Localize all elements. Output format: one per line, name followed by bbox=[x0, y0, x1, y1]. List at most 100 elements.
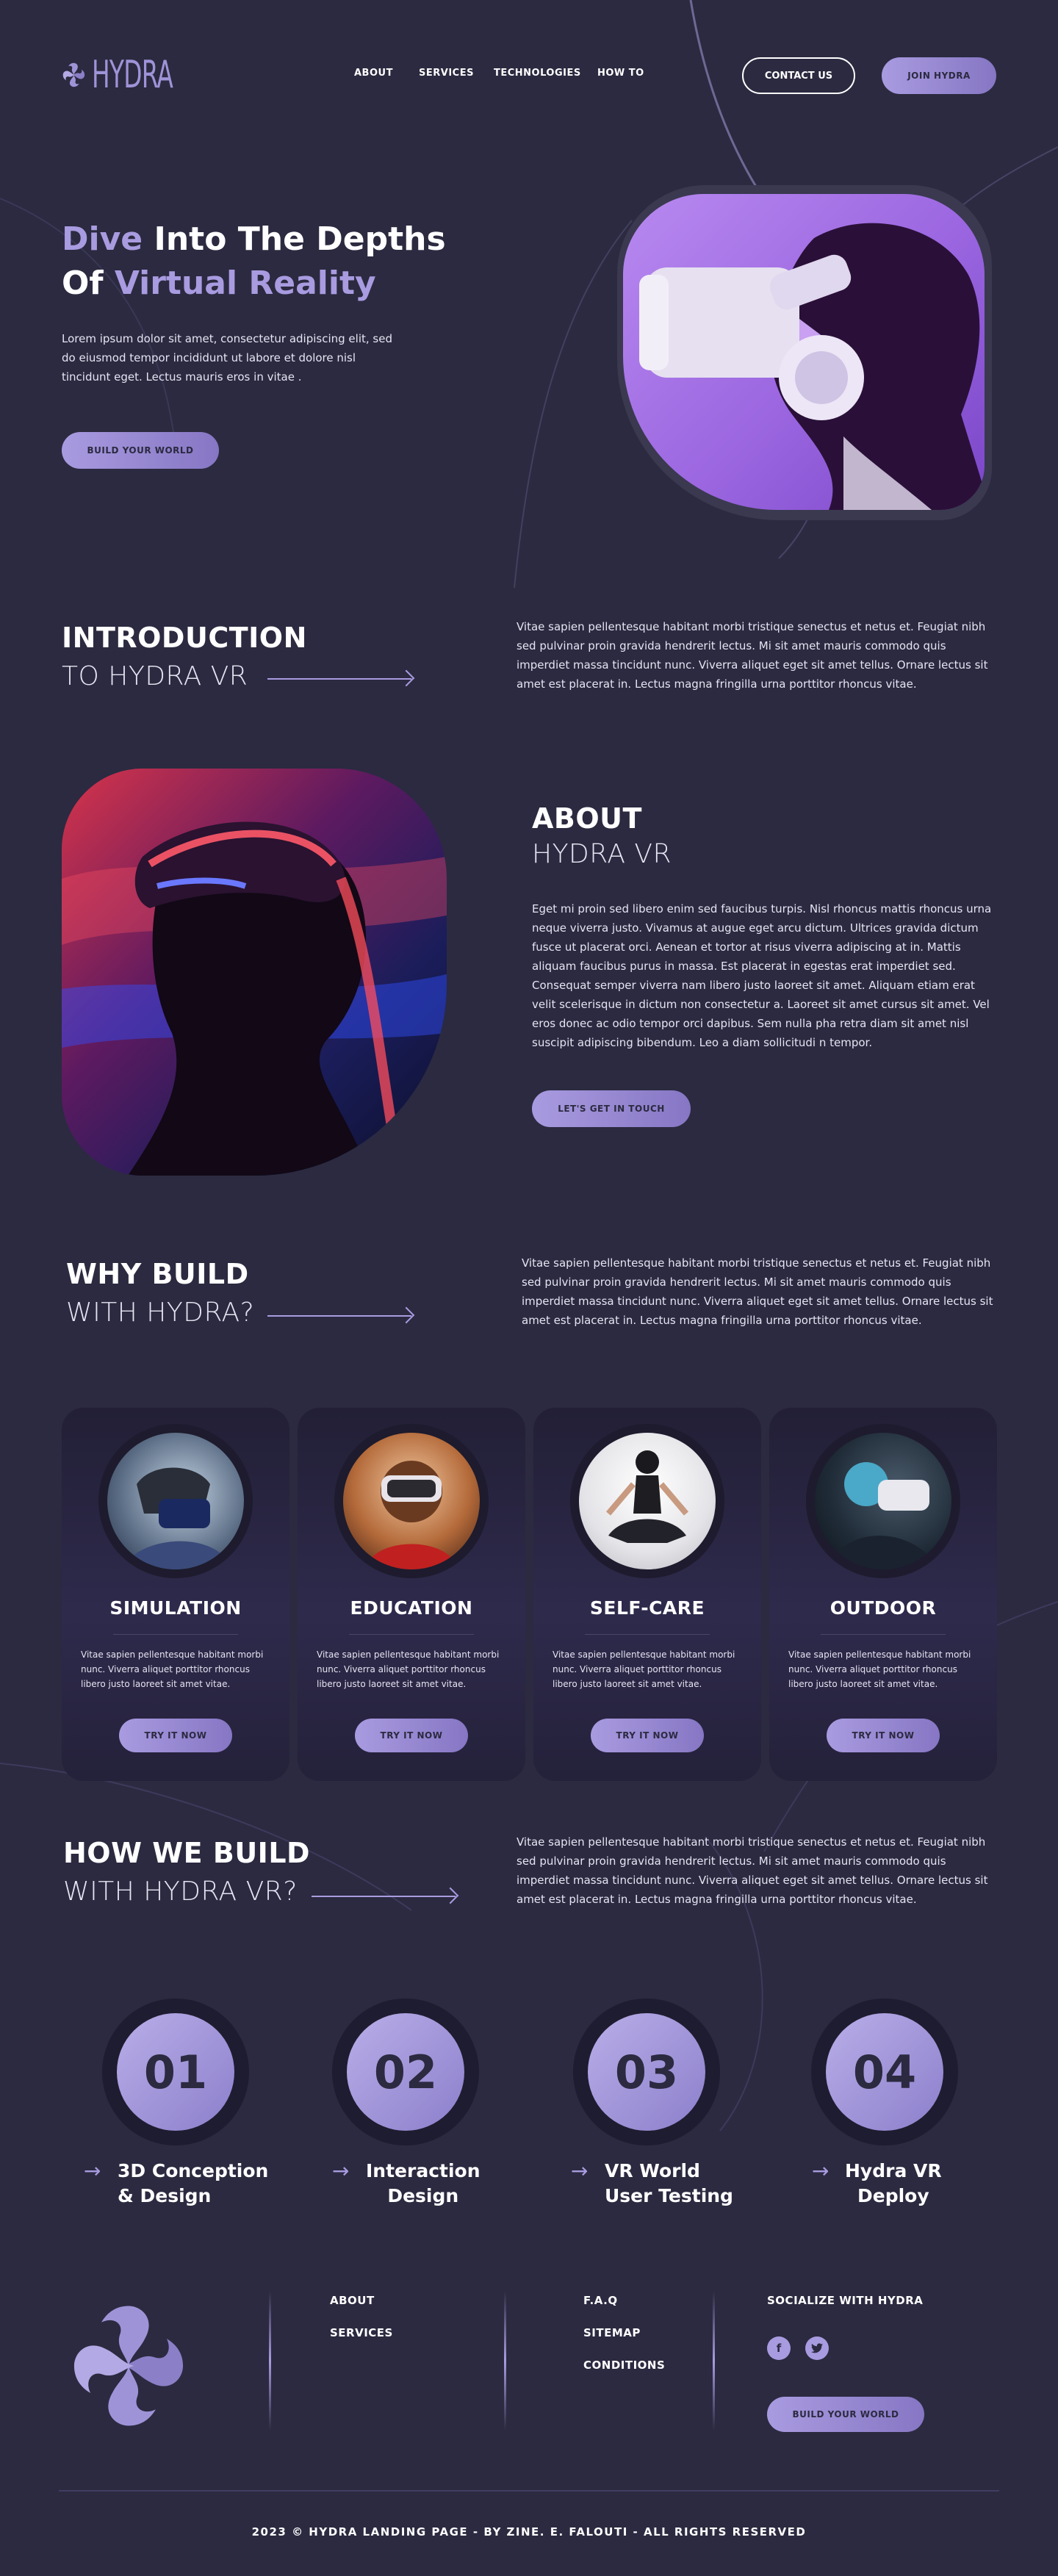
footer-link-about[interactable]: ABOUT bbox=[330, 2294, 375, 2307]
join-hydra-button[interactable]: JOIN HYDRA bbox=[882, 57, 996, 94]
copyright-text: 2023 © HYDRA LANDING PAGE - BY ZINE. E. … bbox=[251, 2525, 807, 2539]
step-4-line2: Deploy bbox=[857, 2185, 929, 2206]
logo-text: HYDRA bbox=[91, 53, 173, 97]
card-text: Vitae sapien pellentesque habitant morbi… bbox=[788, 1649, 971, 1689]
step-4-label: Hydra VR Deploy bbox=[845, 2159, 942, 2209]
step-2-label: Interaction Design bbox=[366, 2159, 481, 2209]
contact-us-button[interactable]: CONTACT US bbox=[742, 57, 855, 94]
intro-arrow-head-icon bbox=[397, 669, 415, 687]
about-title: ABOUT bbox=[532, 802, 642, 835]
intro-text: Vitae sapien pellentesque habitant morbi… bbox=[517, 620, 988, 691]
step-4-line1: Hydra VR bbox=[845, 2160, 942, 2181]
intro-arrow-icon bbox=[267, 678, 411, 680]
step-1-line2: & Design bbox=[118, 2185, 212, 2206]
why-text: Vitae sapien pellentesque habitant morbi… bbox=[522, 1256, 993, 1327]
card-outdoor-photo bbox=[815, 1433, 951, 1569]
step-1-arrow-icon: → bbox=[84, 2159, 101, 2183]
nav-link-how-to[interactable]: HOW TO bbox=[597, 68, 644, 79]
step-2-arrow-icon: → bbox=[332, 2159, 350, 2183]
card-divider bbox=[349, 1634, 474, 1635]
step-2-line1: Interaction bbox=[366, 2160, 481, 2181]
hero-build-world-button[interactable]: BUILD YOUR WORLD bbox=[62, 432, 219, 469]
card-text: Vitae sapien pellentesque habitant morbi… bbox=[81, 1649, 264, 1689]
footer-separator bbox=[269, 2291, 271, 2431]
step-1-number: 01 bbox=[117, 2013, 234, 2131]
how-subtitle: WITH HYDRA VR? bbox=[63, 1877, 298, 1907]
footer-build-world-button[interactable]: BUILD YOUR WORLD bbox=[767, 2397, 924, 2432]
step-3-label: VR World User Testing bbox=[605, 2159, 733, 2209]
step-4-number: 04 bbox=[826, 2013, 943, 2131]
outdoor-person-icon bbox=[830, 1462, 940, 1569]
card-simulation: SIMULATION Vitae sapien pellentesque hab… bbox=[62, 1408, 289, 1781]
card-title: EDUCATION bbox=[350, 1597, 473, 1619]
why-arrow-icon bbox=[267, 1315, 411, 1317]
card-title: OUTDOOR bbox=[830, 1597, 937, 1619]
intro-subtitle: TO HYDRA VR bbox=[62, 661, 248, 691]
hero-image bbox=[623, 194, 985, 510]
card-divider bbox=[821, 1634, 946, 1635]
card-title: SIMULATION bbox=[109, 1597, 242, 1619]
card-text: Vitae sapien pellentesque habitant morbi… bbox=[317, 1649, 500, 1689]
meditation-person-icon bbox=[605, 1450, 689, 1543]
footer-social-title: SOCIALIZE WITH HYDRA bbox=[767, 2294, 924, 2307]
hydra-logo-icon bbox=[62, 62, 85, 87]
how-text: Vitae sapien pellentesque habitant morbi… bbox=[517, 1835, 988, 1906]
step-4-arrow-icon: → bbox=[812, 2159, 830, 2183]
hero-title-of: Of bbox=[62, 265, 115, 302]
why-arrow-head-icon bbox=[397, 1306, 415, 1324]
step-3-line2: User Testing bbox=[605, 2185, 733, 2206]
about-subtitle: HYDRA VR bbox=[532, 839, 672, 869]
step-1-label: 3D Conception & Design bbox=[118, 2159, 268, 2209]
nav-link-about[interactable]: ABOUT bbox=[354, 68, 393, 79]
card-self-care: SELF-CARE Vitae sapien pellentesque habi… bbox=[533, 1408, 761, 1781]
card-self-care-photo bbox=[579, 1433, 716, 1569]
footer-separator bbox=[504, 2291, 506, 2431]
twitter-icon[interactable] bbox=[805, 2336, 829, 2360]
footer-link-conditions[interactable]: CONDITIONS bbox=[583, 2359, 665, 2372]
step-2-line2: Design bbox=[387, 2185, 459, 2206]
footer-link-faq[interactable]: F.A.Q bbox=[583, 2294, 618, 2307]
hero-text: Lorem ipsum dolor sit amet, consectetur … bbox=[62, 332, 392, 384]
hero-title-into: Into The Depths bbox=[143, 220, 446, 258]
footer-link-sitemap[interactable]: SITEMAP bbox=[583, 2326, 641, 2339]
vr-headset-person-icon bbox=[639, 223, 985, 510]
step-3-line1: VR World bbox=[605, 2160, 700, 2181]
education-person-icon bbox=[365, 1461, 458, 1569]
card-outdoor: OUTDOOR Vitae sapien pellentesque habita… bbox=[769, 1408, 997, 1781]
vr-red-light-person-icon bbox=[62, 821, 447, 1176]
hero-title-dive: Dive bbox=[62, 220, 143, 258]
get-in-touch-button[interactable]: LET'S GET IN TOUCH bbox=[532, 1090, 691, 1127]
hero-title: Dive Into The Depths Of Virtual Reality bbox=[62, 217, 446, 306]
step-2-number: 02 bbox=[347, 2013, 464, 2131]
card-education-photo bbox=[343, 1433, 480, 1569]
card-divider bbox=[585, 1634, 710, 1635]
why-subtitle: WITH HYDRA? bbox=[66, 1298, 255, 1328]
step-3-arrow-icon: → bbox=[571, 2159, 589, 2183]
step-3-number: 03 bbox=[588, 2013, 705, 2131]
card-simulation-photo bbox=[107, 1433, 244, 1569]
card-self-care-try-button[interactable]: TRY IT NOW bbox=[591, 1719, 704, 1752]
nav-link-services[interactable]: SERVICES bbox=[419, 68, 474, 79]
card-title: SELF-CARE bbox=[589, 1597, 705, 1619]
about-image bbox=[62, 769, 447, 1176]
hero-title-vr: Virtual Reality bbox=[114, 265, 376, 302]
nav-link-technologies[interactable]: TECHNOLOGIES bbox=[494, 68, 581, 79]
how-arrow-head-icon bbox=[442, 1887, 459, 1904]
intro-title: INTRODUCTION bbox=[62, 622, 307, 654]
card-text: Vitae sapien pellentesque habitant morbi… bbox=[553, 1649, 735, 1689]
footer-link-services[interactable]: SERVICES bbox=[330, 2326, 393, 2339]
logo[interactable]: HYDRA bbox=[60, 35, 207, 115]
why-title: WHY BUILD bbox=[66, 1258, 249, 1290]
card-education-try-button[interactable]: TRY IT NOW bbox=[355, 1719, 468, 1752]
footer-logo-icon[interactable] bbox=[59, 2292, 198, 2439]
footer-separator bbox=[713, 2291, 715, 2431]
how-title: HOW WE BUILD bbox=[63, 1837, 311, 1869]
about-text: Eget mi proin sed libero enim sed faucib… bbox=[532, 902, 992, 1049]
simulation-person-icon bbox=[122, 1467, 232, 1569]
how-arrow-icon bbox=[312, 1896, 456, 1897]
card-simulation-try-button[interactable]: TRY IT NOW bbox=[119, 1719, 232, 1752]
card-outdoor-try-button[interactable]: TRY IT NOW bbox=[827, 1719, 940, 1752]
step-1-line1: 3D Conception bbox=[118, 2160, 269, 2181]
card-divider bbox=[113, 1634, 238, 1635]
facebook-icon[interactable]: f bbox=[767, 2336, 791, 2360]
